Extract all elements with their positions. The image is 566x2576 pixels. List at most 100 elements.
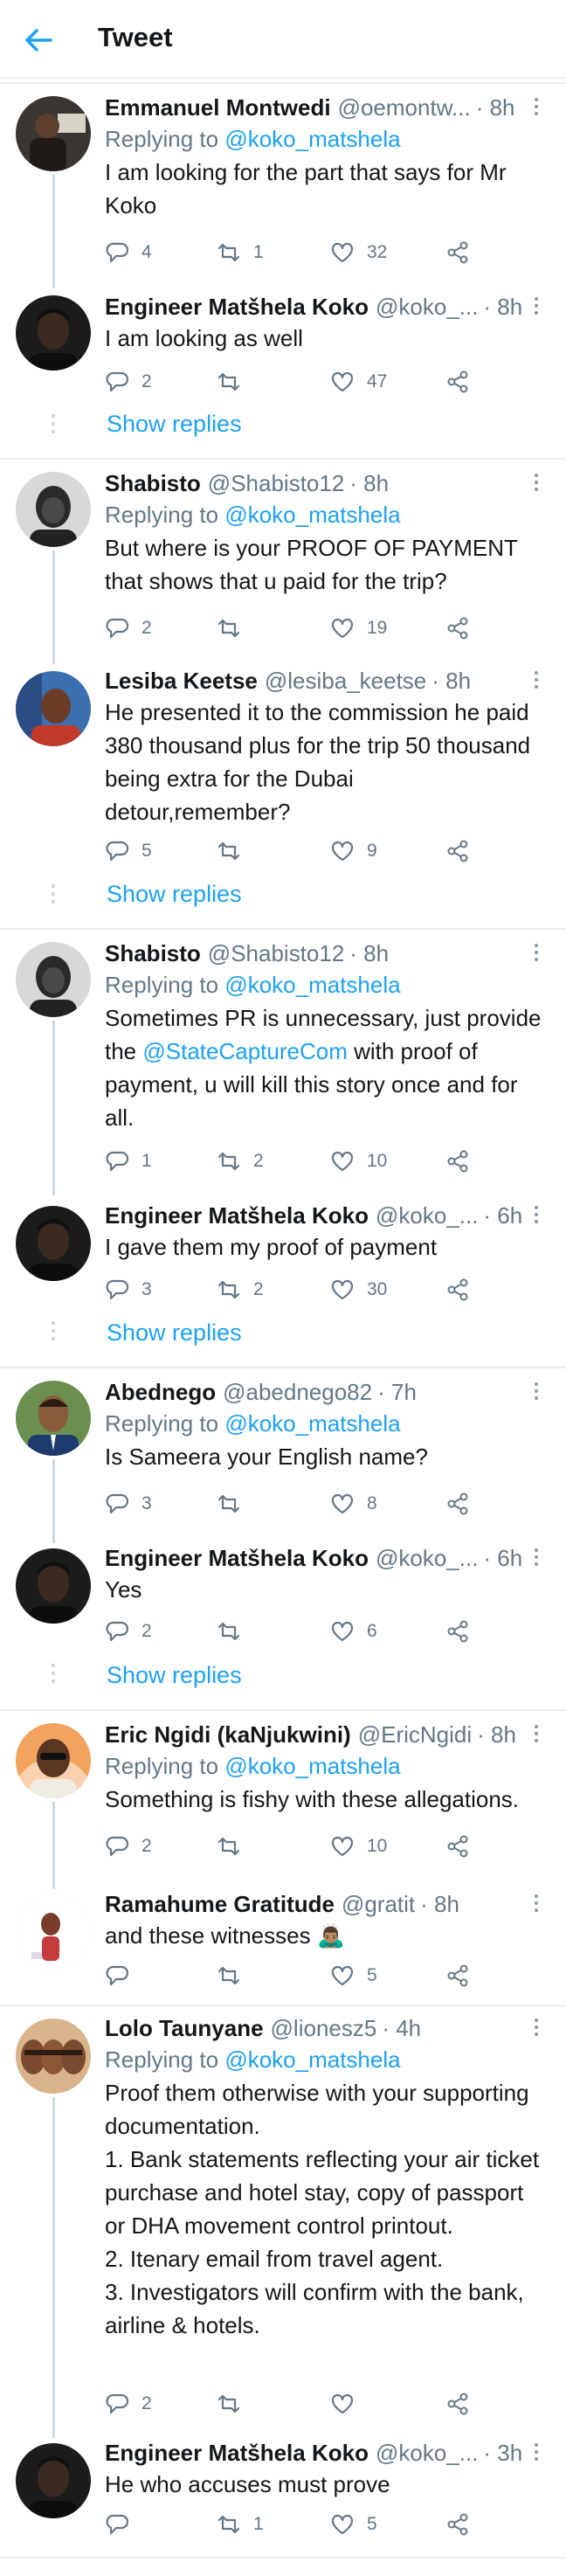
author-handle[interactable]: @Shabisto12 [208, 938, 345, 968]
like-button[interactable]: 8 [330, 1489, 377, 1519]
share-button[interactable] [445, 367, 470, 397]
avatar[interactable] [16, 1548, 91, 1624]
more-vertical-icon[interactable] [528, 1379, 545, 1405]
mention-link[interactable]: @koko_matshela [224, 1410, 400, 1437]
reply-button[interactable]: 1 [105, 1146, 152, 1176]
avatar[interactable] [16, 295, 91, 370]
more-vertical-icon[interactable] [528, 94, 545, 121]
more-vertical-icon[interactable] [528, 2440, 545, 2466]
author-name[interactable]: Eric Ngidi (kaNjukwini) [105, 1720, 351, 1749]
author-name[interactable]: Shabisto [105, 468, 201, 498]
tweet[interactable]: Eric Ngidi (kaNjukwini) @EricNgidi · 8h Re… [105, 1720, 545, 1816]
tweet[interactable]: Abednego @abednego82 · 7h Replying to @kok… [105, 1377, 545, 1473]
retweet-button[interactable]: 2 [217, 1146, 264, 1176]
more-vertical-icon[interactable] [528, 294, 545, 320]
author-name[interactable]: Ramahume Gratitude [105, 1889, 335, 1919]
reply-button[interactable]: 2 [105, 1617, 152, 1646]
share-button[interactable] [445, 2510, 470, 2539]
reply-button[interactable]: 2 [105, 1832, 152, 1861]
avatar[interactable] [16, 1206, 91, 1281]
more-vertical-icon[interactable] [528, 668, 545, 694]
author-handle[interactable]: @lionesz5 [271, 2013, 377, 2043]
retweet-button[interactable]: 1 [217, 2510, 264, 2539]
share-button[interactable] [445, 1489, 470, 1519]
mention-link[interactable]: @koko_matshela [224, 502, 400, 528]
like-button[interactable]: 5 [330, 1961, 377, 1991]
show-replies-link[interactable]: Show replies [107, 411, 242, 438]
back-button[interactable] [21, 23, 56, 58]
share-button[interactable] [445, 1146, 470, 1176]
author-name[interactable]: Lesiba Keetse [105, 666, 258, 696]
more-vertical-icon[interactable] [528, 940, 545, 966]
retweet-button[interactable] [217, 367, 253, 397]
reply-button[interactable]: 2 [105, 367, 152, 397]
more-vertical-icon[interactable] [528, 1721, 545, 1748]
author-handle[interactable]: @lesiba_keetse [265, 666, 426, 696]
reply-button[interactable]: 3 [105, 1275, 152, 1305]
retweet-button[interactable]: 1 [217, 238, 264, 267]
like-button[interactable]: 32 [330, 238, 387, 267]
like-button[interactable] [330, 2389, 367, 2419]
tweet[interactable]: Emmanuel Montwedi @oemontw... · 8h Replyin… [105, 93, 545, 222]
reply-button[interactable]: 2 [105, 613, 152, 643]
tweet[interactable]: Shabisto @Shabisto12 · 8h Replying to @kok… [105, 468, 545, 598]
tweet[interactable]: Lolo Taunyane @lionesz5 · 4h Replying to @… [105, 2013, 545, 2342]
author-name[interactable]: Shabisto [105, 938, 201, 968]
share-button[interactable] [445, 238, 470, 267]
like-button[interactable]: 19 [330, 613, 387, 643]
like-button[interactable]: 10 [330, 1832, 387, 1861]
author-name[interactable]: Abednego [105, 1377, 216, 1407]
author-handle[interactable]: @koko_... [376, 2438, 478, 2468]
author-handle[interactable]: @koko_... [376, 292, 478, 322]
reply-button[interactable]: 4 [105, 238, 152, 267]
author-handle[interactable]: @oemontw... [338, 93, 471, 122]
like-button[interactable]: 47 [330, 367, 387, 397]
like-button[interactable]: 9 [330, 836, 377, 866]
retweet-button[interactable] [217, 2389, 253, 2419]
show-replies-link[interactable]: Show replies [107, 1319, 242, 1347]
author-handle[interactable]: @EricNgidi [358, 1720, 472, 1749]
author-name[interactable]: Lolo Taunyane [105, 2013, 264, 2043]
author-handle[interactable]: @koko_... [376, 1201, 478, 1230]
share-button[interactable] [445, 1961, 470, 1991]
retweet-button[interactable] [217, 1961, 253, 1991]
retweet-button[interactable]: 2 [217, 1275, 264, 1305]
mention-link[interactable]: @koko_matshela [224, 2046, 400, 2073]
retweet-button[interactable] [217, 1489, 253, 1519]
show-replies-link[interactable]: Show replies [107, 881, 242, 908]
more-vertical-icon[interactable] [528, 470, 545, 496]
reply-button[interactable]: 3 [105, 1489, 152, 1519]
retweet-button[interactable] [217, 1832, 253, 1861]
author-name[interactable]: Engineer Matšhela Koko [105, 2438, 369, 2468]
avatar[interactable] [16, 671, 91, 746]
mention-link[interactable]: @koko_matshela [224, 972, 400, 998]
reply-button[interactable] [105, 2510, 142, 2539]
share-button[interactable] [445, 1275, 470, 1305]
reply-button[interactable]: 2 [105, 2389, 152, 2419]
share-button[interactable] [445, 1832, 470, 1861]
avatar[interactable] [16, 472, 91, 547]
avatar[interactable] [16, 96, 91, 171]
share-button[interactable] [445, 613, 470, 643]
tweet[interactable]: Engineer Matšhela Koko @koko_... · 6h I ga… [105, 1201, 545, 1264]
tweet[interactable]: Engineer Matšhela Koko @koko_... · 8h I am… [105, 292, 545, 355]
author-name[interactable]: Engineer Matšhela Koko [105, 1543, 369, 1573]
mention-link[interactable]: @koko_matshela [224, 1753, 400, 1779]
author-name[interactable]: Engineer Matšhela Koko [105, 1201, 369, 1230]
tweet[interactable]: Lesiba Keetse @lesiba_keetse · 8h He prese… [105, 666, 545, 828]
retweet-button[interactable] [217, 836, 253, 866]
author-handle[interactable]: @abednego82 [223, 1377, 372, 1407]
avatar[interactable] [16, 2443, 91, 2518]
tweet[interactable]: Engineer Matšhela Koko @koko_... · 3h He w… [105, 2438, 545, 2501]
more-vertical-icon[interactable] [528, 1545, 545, 1571]
tweet[interactable]: Shabisto @Shabisto12 · 8h Replying to @kok… [105, 938, 545, 1134]
share-button[interactable] [445, 836, 470, 866]
avatar[interactable] [16, 2019, 91, 2094]
mention-link[interactable]: @koko_matshela [224, 126, 400, 152]
retweet-button[interactable] [217, 613, 253, 643]
reply-button[interactable]: 5 [105, 836, 152, 866]
more-vertical-icon[interactable] [528, 2015, 545, 2041]
like-button[interactable]: 5 [330, 2510, 377, 2539]
like-button[interactable]: 6 [330, 1617, 377, 1646]
author-handle[interactable]: @Shabisto12 [208, 468, 345, 498]
